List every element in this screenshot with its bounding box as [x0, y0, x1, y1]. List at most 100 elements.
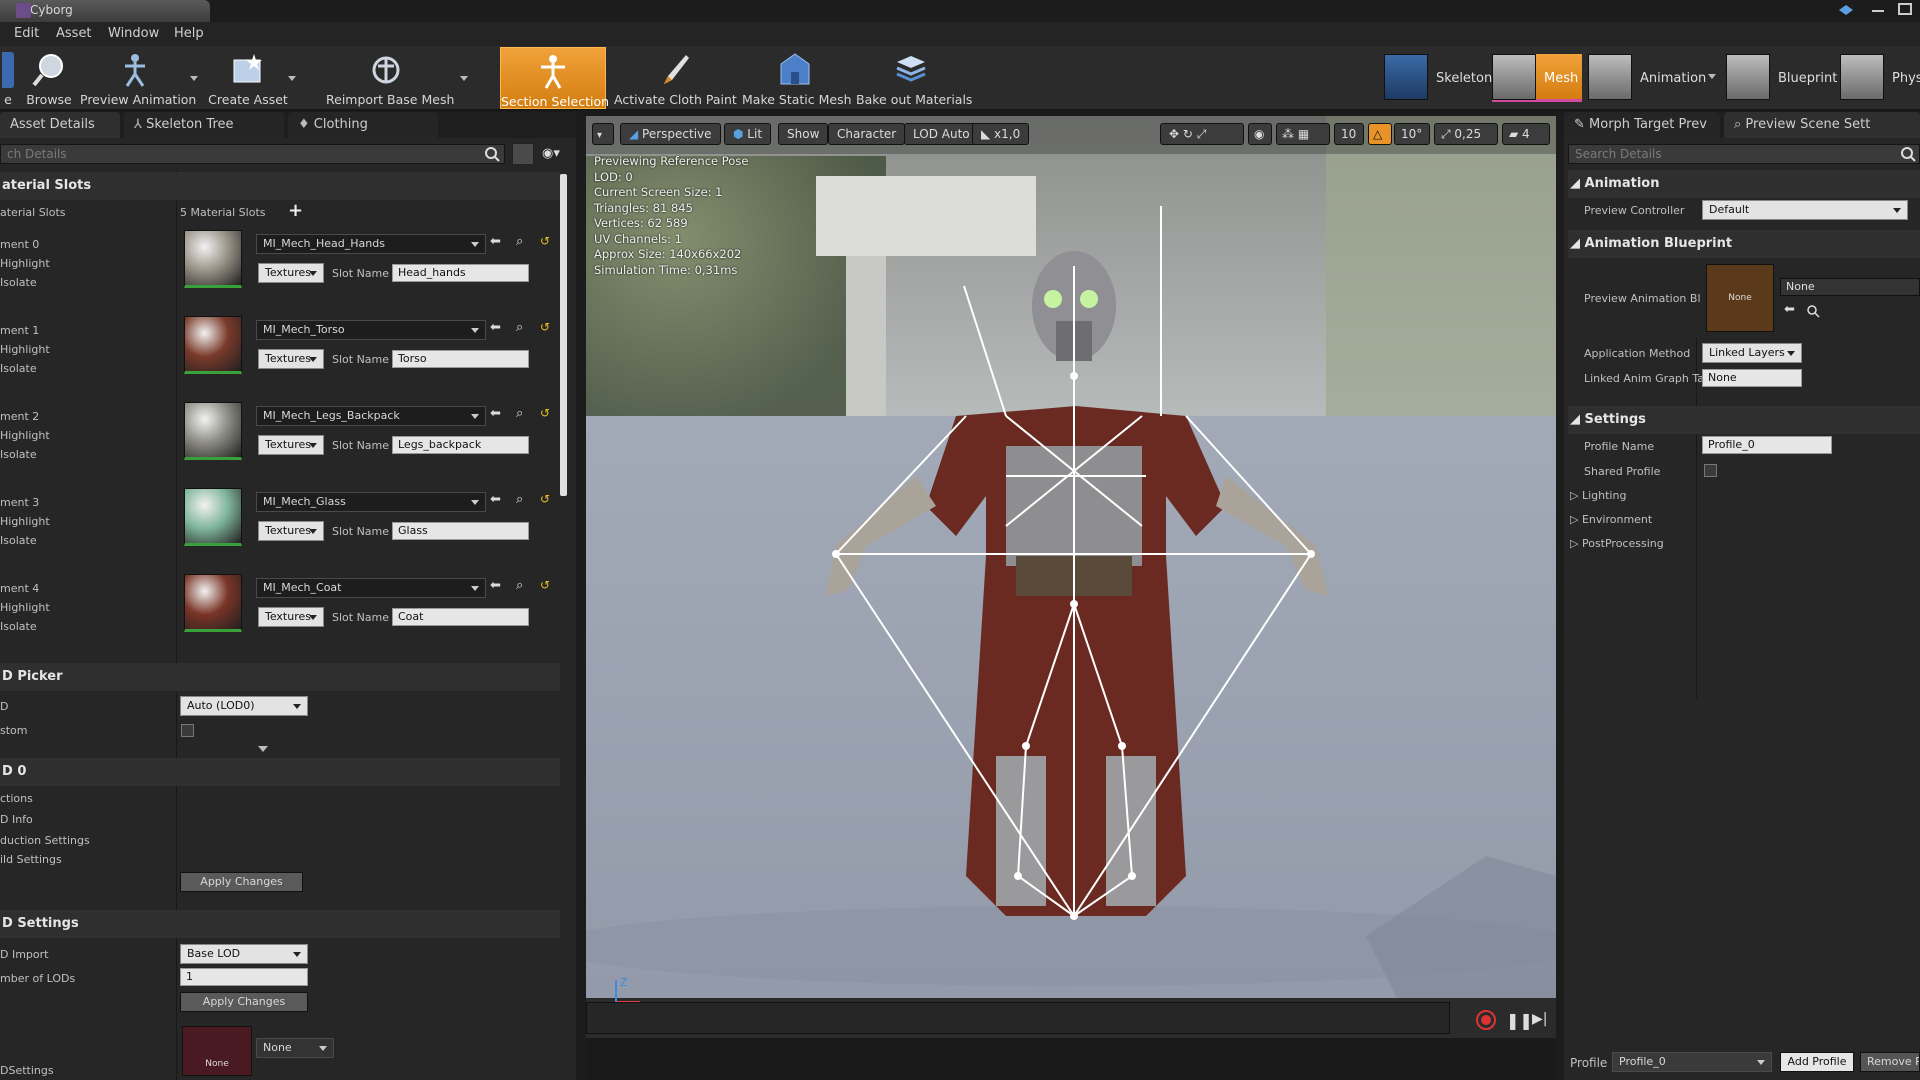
- lod-settings-asset-select[interactable]: None: [256, 1038, 334, 1058]
- reset-to-default-icon[interactable]: ↺: [540, 492, 550, 506]
- lod-settings-asset-thumbnail[interactable]: None: [182, 1026, 252, 1076]
- use-selected-arrow-icon[interactable]: ⬅: [490, 492, 501, 507]
- textures-dropdown[interactable]: Textures: [258, 607, 324, 627]
- use-selected-arrow-icon[interactable]: ⬅: [490, 578, 501, 593]
- browse-material-icon[interactable]: ⌕: [516, 578, 523, 593]
- material-select[interactable]: MI_Mech_Glass: [256, 492, 486, 512]
- reimport-base-mesh-button[interactable]: Reimport Base Mesh: [326, 46, 454, 110]
- linked-anim-graph-tag-input[interactable]: None: [1702, 369, 1802, 387]
- material-slots-header[interactable]: aterial Slots: [0, 172, 560, 200]
- document-tab[interactable]: Cyborg: [0, 0, 210, 22]
- tab-asset-details[interactable]: Asset Details: [0, 112, 120, 138]
- make-static-mesh-button[interactable]: Make Static Mesh: [742, 46, 852, 110]
- mode-skeleton[interactable]: Skeleton: [1384, 54, 1492, 102]
- reimport-dropdown[interactable]: [460, 76, 468, 81]
- anim-blueprint-value[interactable]: None: [1780, 278, 1920, 296]
- textures-dropdown[interactable]: Textures: [258, 263, 324, 283]
- anim-blueprint-thumbnail[interactable]: None: [1706, 264, 1774, 332]
- material-thumbnail[interactable]: [184, 316, 242, 374]
- shared-profile-checkbox[interactable]: [1704, 464, 1717, 477]
- notification-icon[interactable]: [1838, 4, 1854, 16]
- lod-settings-apply-changes-button[interactable]: Apply Changes: [180, 992, 308, 1012]
- tab-preview-scene-settings[interactable]: ⌕ Preview Scene Sett: [1724, 112, 1920, 138]
- rotation-snap-value[interactable]: 10°: [1394, 123, 1430, 145]
- highlight-label[interactable]: Highlight: [0, 343, 50, 356]
- browse-material-icon[interactable]: ⌕: [516, 234, 523, 249]
- animation-section-header[interactable]: ◢ Animation: [1568, 170, 1920, 198]
- slot-name-input[interactable]: Torso: [392, 350, 529, 368]
- lod-import-select[interactable]: Base LOD: [180, 944, 308, 964]
- preview-viewport[interactable]: ▾ ◢ Perspective ⬢ Lit Show Character LOD…: [586, 116, 1556, 1038]
- record-icon[interactable]: [1476, 1010, 1496, 1030]
- highlight-label[interactable]: Highlight: [0, 601, 50, 614]
- tab-skeleton-tree[interactable]: ⅄ Skeleton Tree: [124, 112, 284, 138]
- save-button[interactable]: e: [0, 46, 16, 110]
- lod-auto-button[interactable]: LOD Auto: [904, 123, 979, 145]
- textures-dropdown[interactable]: Textures: [258, 349, 324, 369]
- remove-profile-button[interactable]: Remove P: [1860, 1052, 1920, 1072]
- slot-name-input[interactable]: Glass: [392, 522, 529, 540]
- details-scrollbar[interactable]: [560, 174, 567, 496]
- lod0-sections[interactable]: ctions: [0, 792, 33, 805]
- mode-mesh[interactable]: Mesh: [1492, 54, 1582, 102]
- mode-physics[interactable]: Physi: [1840, 54, 1920, 102]
- lod-select[interactable]: Auto (LOD0): [180, 696, 308, 716]
- expand-advanced-icon[interactable]: [258, 746, 268, 752]
- lit-button[interactable]: ⬢ Lit: [724, 123, 772, 145]
- slot-name-input[interactable]: Coat: [392, 608, 529, 626]
- lod0-header[interactable]: D 0: [0, 758, 560, 786]
- maximize-icon[interactable]: [1898, 3, 1912, 15]
- transform-mode-group[interactable]: ✥ ↻ ⤢: [1160, 123, 1244, 145]
- property-matrix-icon[interactable]: [512, 143, 534, 165]
- custom-checkbox[interactable]: [181, 724, 194, 737]
- lod-picker-header[interactable]: D Picker: [0, 663, 560, 691]
- isolate-label[interactable]: Isolate: [0, 620, 37, 633]
- material-select[interactable]: MI_Mech_Torso: [256, 320, 486, 340]
- search-icon[interactable]: [484, 146, 500, 162]
- animation-blueprint-header[interactable]: ◢ Animation Blueprint: [1568, 230, 1920, 258]
- scene-search-icon[interactable]: [1900, 146, 1916, 162]
- isolate-label[interactable]: Isolate: [0, 448, 37, 461]
- profile-name-input[interactable]: Profile_0: [1702, 436, 1832, 454]
- grid-snap-value[interactable]: 10: [1334, 123, 1364, 145]
- browse-asset-icon[interactable]: [1806, 304, 1820, 318]
- use-selected-arrow-icon[interactable]: ⬅: [490, 234, 501, 249]
- show-button[interactable]: Show: [778, 123, 829, 145]
- scene-search-input[interactable]: Search Details: [1568, 144, 1920, 164]
- textures-dropdown[interactable]: Textures: [258, 435, 324, 455]
- isolate-label[interactable]: Isolate: [0, 276, 37, 289]
- tab-clothing[interactable]: ♦ Clothing: [288, 112, 438, 138]
- highlight-label[interactable]: Highlight: [0, 515, 50, 528]
- surface-snap-grid-icon[interactable]: ⁂ ▦: [1276, 123, 1330, 145]
- material-thumbnail[interactable]: [184, 230, 242, 288]
- pause-icon[interactable]: ❚❚: [1506, 1011, 1533, 1030]
- activate-cloth-paint-button[interactable]: Activate Cloth Paint: [614, 46, 737, 110]
- tab-morph-target-preview[interactable]: ✎ Morph Target Prev: [1564, 112, 1720, 138]
- material-thumbnail[interactable]: [184, 574, 242, 632]
- material-select[interactable]: MI_Mech_Legs_Backpack: [256, 406, 486, 426]
- scale-snap[interactable]: ⤢ 0,25: [1434, 123, 1498, 145]
- visibility-eye-icon[interactable]: ◉▾: [542, 146, 570, 162]
- preview-controller-select[interactable]: Default: [1702, 200, 1908, 220]
- mode-blueprint[interactable]: Blueprint: [1726, 54, 1837, 102]
- lod0-build-settings[interactable]: ild Settings: [0, 853, 62, 866]
- material-select[interactable]: MI_Mech_Coat: [256, 578, 486, 598]
- menu-edit[interactable]: Edit: [14, 26, 39, 41]
- environment-group[interactable]: ▷ Environment: [1570, 513, 1652, 526]
- section-selection-button[interactable]: Section Selection: [500, 47, 609, 109]
- animation-mode-dropdown[interactable]: [1708, 74, 1716, 79]
- preview-animation-button[interactable]: Preview Animation: [80, 46, 196, 110]
- lod0-info[interactable]: D Info: [0, 813, 33, 826]
- minimize-icon[interactable]: [1872, 10, 1884, 12]
- material-select[interactable]: MI_Mech_Head_Hands: [256, 234, 486, 254]
- isolate-label[interactable]: Isolate: [0, 534, 37, 547]
- use-selected-arrow-icon[interactable]: ⬅: [1784, 302, 1795, 317]
- material-thumbnail[interactable]: [184, 402, 242, 460]
- textures-dropdown[interactable]: Textures: [258, 521, 324, 541]
- timeline-bar[interactable]: [586, 1002, 1450, 1034]
- slot-name-input[interactable]: Legs_backpack: [392, 436, 529, 454]
- use-selected-arrow-icon[interactable]: ⬅: [490, 406, 501, 421]
- playback-speed-button[interactable]: ◣ x1,0: [972, 123, 1030, 145]
- number-of-lods-input[interactable]: 1: [180, 968, 308, 986]
- menu-window[interactable]: Window: [108, 26, 159, 41]
